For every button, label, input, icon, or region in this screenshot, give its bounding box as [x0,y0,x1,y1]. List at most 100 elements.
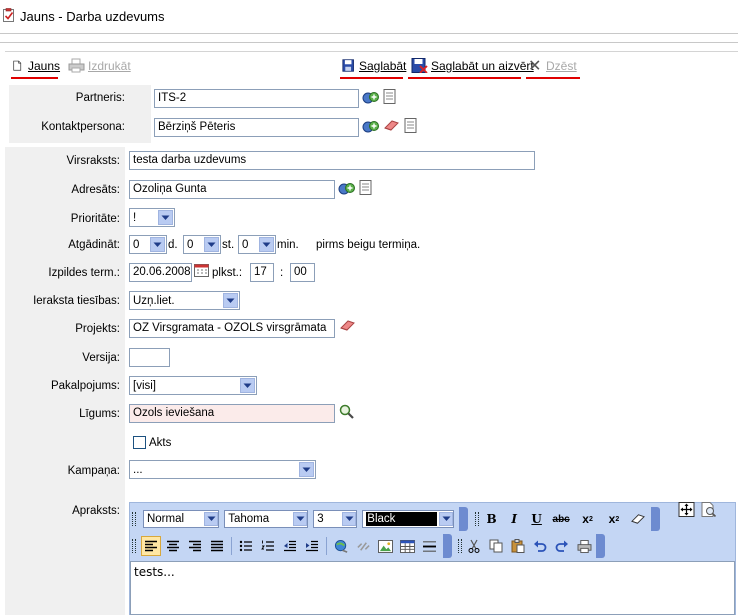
outdent-button[interactable] [280,536,300,556]
print-button[interactable]: Izdrukāt [68,58,131,73]
new-button[interactable]: Jauns [13,59,60,73]
editor-content-area[interactable]: tests... [130,561,735,615]
new-button-underline [11,77,58,79]
add-addressee-icon[interactable] [338,181,355,196]
project-field[interactable]: OZ Virsgramata - OZOLS virsgrāmata [129,319,335,338]
style-select[interactable]: Normal [142,510,220,528]
unlink-icon[interactable] [353,536,373,556]
strikethrough-button[interactable]: abc [549,509,572,529]
redo-icon[interactable] [552,536,572,556]
size-select[interactable]: 3 [313,510,358,528]
eraser-icon[interactable] [383,118,400,133]
size-value: 3 [317,513,324,525]
justify-button[interactable] [207,536,227,556]
partner-field[interactable]: ITS-2 [154,89,359,108]
image-icon[interactable] [375,536,395,556]
campaign-value: ... [133,463,143,476]
align-right-button[interactable] [185,536,205,556]
editor-toolbar-row-2 [132,533,660,559]
superscript-button[interactable]: x2 [576,509,599,529]
subscript-button[interactable]: x2 [602,509,625,529]
task-icon [3,8,14,22]
toolbar-grip [132,512,136,526]
indent-button[interactable] [302,536,322,556]
align-center-button[interactable] [163,536,183,556]
version-label: Versija: [82,352,120,364]
italic-button[interactable]: I [504,509,524,529]
rights-select[interactable]: Uzņ.liet. [129,291,240,310]
due-date-field[interactable]: 20.06.2008 [129,263,192,282]
reminder-hours-value: 0 [187,238,194,251]
preview-icon[interactable] [700,502,717,517]
list-icon[interactable] [404,118,418,133]
copy-icon[interactable] [486,536,506,556]
chevron-down-icon [150,237,165,252]
chevron-down-icon [158,210,173,225]
campaign-select[interactable]: ... [129,460,316,479]
cut-icon[interactable] [464,536,484,556]
priority-label: Prioritāte: [70,213,120,225]
chevron-down-icon [223,293,238,308]
printer-icon [68,58,85,73]
service-select[interactable]: [visi] [129,376,257,395]
color-select[interactable]: Black [362,510,455,528]
subject-field[interactable]: testa darba uzdevums [129,151,535,170]
toolbar-end [443,534,452,558]
divider [0,42,738,43]
magnifier-icon[interactable] [339,404,356,419]
list-icon[interactable] [383,89,397,104]
contact-field[interactable]: Bērziņš Pēteris [154,118,359,137]
eraser-icon[interactable] [629,509,649,529]
paste-icon[interactable] [508,536,528,556]
editor-toolbar-row-1: Normal Tahoma 3 Black B I U abc x2 x2 [132,506,660,532]
acts-checkbox[interactable] [133,436,146,449]
hyperlink-icon[interactable] [331,536,351,556]
chevron-down-icon [293,512,308,526]
due-time-label: plkst.: [212,267,243,279]
priority-select[interactable]: ! [129,208,175,227]
list-icon[interactable] [359,180,373,195]
save-and-close-button[interactable]: Saglabāt un aizvērt [411,58,534,73]
due-minute-field[interactable]: 00 [290,263,315,282]
color-value: Black [366,512,438,526]
calendar-icon[interactable] [194,263,210,278]
chevron-down-icon [299,462,314,477]
undo-icon[interactable] [530,536,550,556]
font-value: Tahoma [228,513,270,525]
contract-field[interactable]: Ozols ieviešana [129,404,335,423]
chevron-down-icon [342,512,357,526]
horizontal-rule-icon[interactable] [419,536,439,556]
rights-value: Uzņ.liet. [133,294,175,307]
save-and-close-label: Saglabāt un aizvērt [431,58,534,73]
campaign-label: Kampaņa: [67,465,120,477]
time-separator: : [280,267,284,279]
reminder-hours-select[interactable]: 0 [183,235,221,254]
bulleted-list-button[interactable] [236,536,256,556]
window-title: Jauns - Darba uzdevums [20,9,165,24]
underline-button[interactable]: U [527,509,547,529]
font-select[interactable]: Tahoma [224,510,309,528]
chevron-down-icon [439,512,454,526]
description-label: Apraksts: [72,505,120,517]
addressee-field[interactable]: Ozoliņa Gunta [129,180,335,199]
print-icon[interactable] [574,536,594,556]
add-partner-icon[interactable] [362,90,379,105]
delete-button[interactable]: Dzēst [529,58,577,73]
numbered-list-button[interactable] [258,536,278,556]
reminder-days-select[interactable]: 0 [129,235,167,254]
due-hour-field[interactable]: 17 [250,263,274,282]
contract-label: Līgums: [79,408,120,420]
move-arrows-icon[interactable] [678,502,695,517]
divider [0,33,738,34]
reminder-minutes-select[interactable]: 0 [238,235,276,254]
bold-button[interactable]: B [482,509,502,529]
eraser-icon[interactable] [339,318,356,333]
add-contact-icon[interactable] [362,119,379,134]
save-button[interactable]: Saglabāt [342,58,406,73]
minutes-unit: min. [277,239,299,251]
save-close-icon [411,58,428,73]
align-left-button[interactable] [141,536,161,556]
table-icon[interactable] [397,536,417,556]
version-field[interactable] [129,348,170,367]
toolbar-grip [474,512,479,526]
